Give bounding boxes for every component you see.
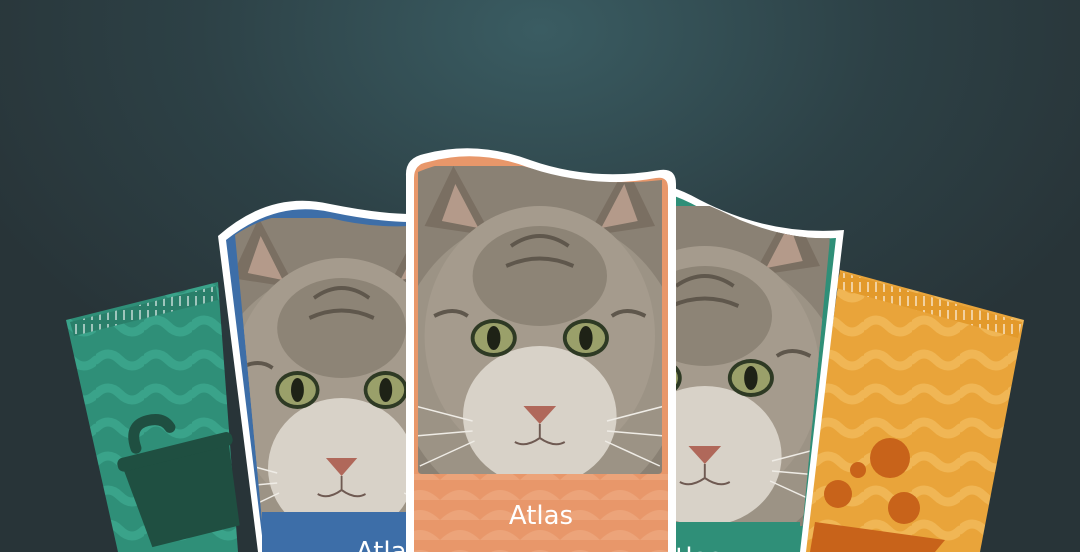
cat-card-front[interactable]: Atlas <box>396 148 684 552</box>
food-pack-left[interactable] <box>66 282 253 552</box>
cat-card-name: Atlas <box>509 501 573 531</box>
card-fan-stage: Atlas Atlas Atlas <box>66 148 1024 552</box>
food-pack-right[interactable] <box>802 270 1024 552</box>
